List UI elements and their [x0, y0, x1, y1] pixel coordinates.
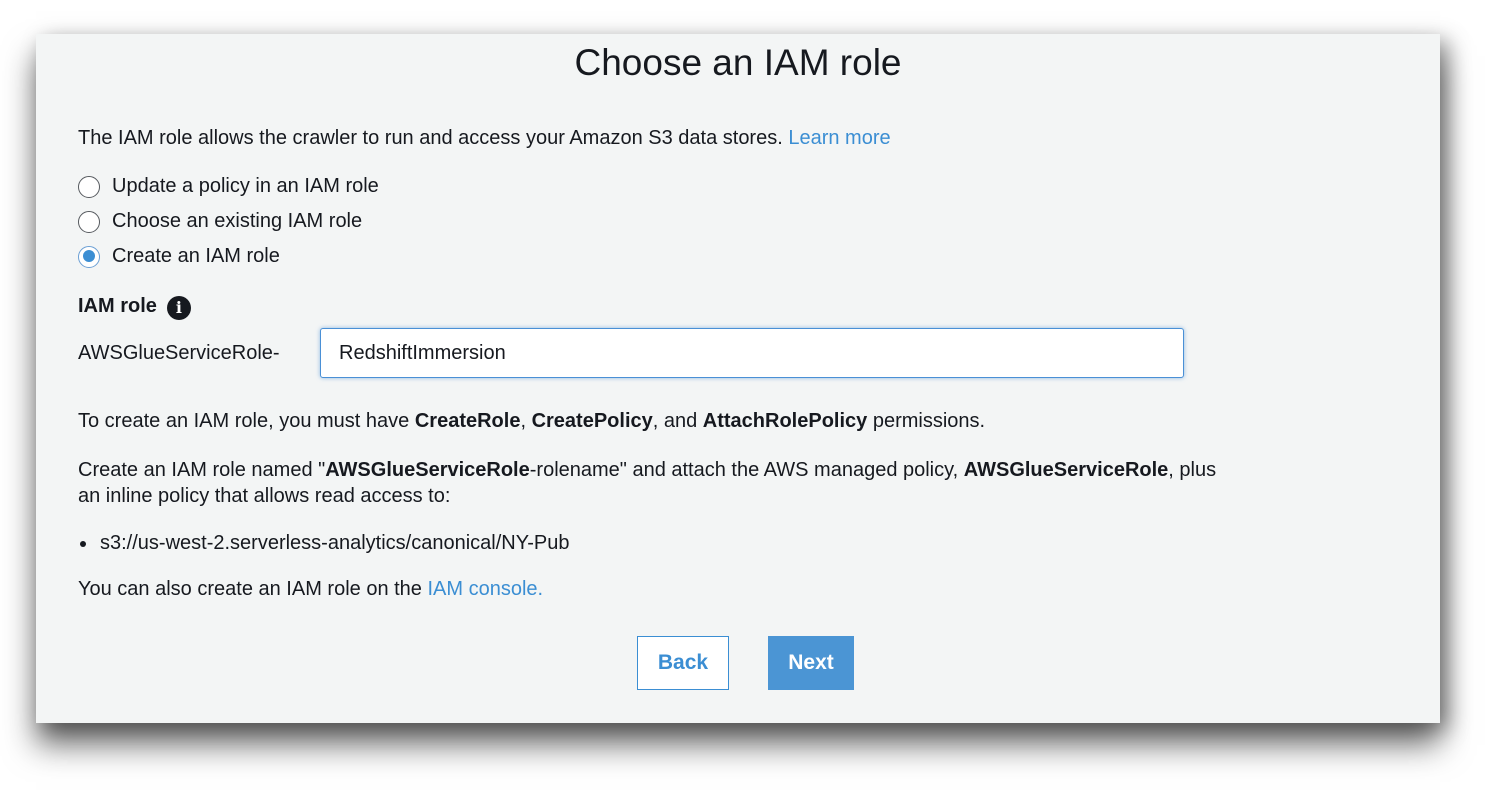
create-role-text: Create an IAM role named "AWSGlueService…	[78, 457, 1216, 483]
next-button[interactable]: Next	[768, 636, 854, 690]
radio-label-update-policy: Update a policy in an IAM role	[112, 175, 379, 197]
iam-role-label-text: IAM role	[78, 294, 157, 317]
console-text: You can also create an IAM role on the I…	[78, 576, 543, 602]
permissions-text: To create an IAM role, you must have Cre…	[78, 408, 985, 434]
radio-button-selected[interactable]	[78, 245, 100, 268]
iam-role-dialog: Choose an IAM role The IAM role allows t…	[36, 34, 1440, 723]
bullet-icon	[80, 540, 86, 547]
radio-label-choose-existing: Choose an existing IAM role	[112, 210, 363, 232]
create-text-policy-name: AWSGlueServiceRole	[963, 459, 1169, 481]
console-description: You can also create an IAM role on the	[78, 578, 422, 600]
radio-button[interactable]	[78, 175, 100, 198]
intro-description: The IAM role allows the crawler to run a…	[78, 127, 783, 149]
radio-update-policy[interactable]: Update a policy in an IAM role	[78, 175, 379, 198]
create-text-post: , plus	[1168, 459, 1217, 481]
intro-text: The IAM role allows the crawler to run a…	[78, 125, 891, 151]
permissions-sep1: ,	[520, 410, 527, 432]
permissions-sep2: , and	[652, 410, 698, 432]
role-name-prefix: AWSGlueServiceRole-	[78, 342, 280, 364]
create-text-pre: Create an IAM role named "	[78, 459, 326, 481]
info-icon[interactable]: i	[166, 296, 191, 320]
radio-create-role[interactable]: Create an IAM role	[78, 245, 280, 268]
back-button[interactable]: Back	[637, 636, 729, 690]
learn-more-link[interactable]: Learn more	[788, 127, 890, 149]
radio-label-create-role: Create an IAM role	[112, 245, 280, 267]
permission-createrole: CreateRole	[414, 410, 521, 432]
radio-button[interactable]	[78, 210, 100, 233]
permissions-pre: To create an IAM role, you must have	[78, 410, 410, 432]
radio-choose-existing[interactable]: Choose an existing IAM role	[78, 210, 362, 233]
list-item: s3://us-west-2.serverless-analytics/cano…	[78, 532, 569, 555]
permission-createpolicy: CreatePolicy	[531, 410, 653, 432]
permission-attachrolepolicy: AttachRolePolicy	[702, 410, 868, 432]
permissions-post: permissions.	[872, 410, 986, 432]
page-title: Choose an IAM role	[574, 42, 902, 83]
create-role-text-line2: an inline policy that allows read access…	[78, 485, 451, 507]
create-text-mid: -rolename" and attach the AWS managed po…	[529, 459, 959, 481]
iam-console-link[interactable]: IAM console.	[428, 578, 544, 600]
role-name-input[interactable]	[320, 328, 1184, 378]
s3-path: s3://us-west-2.serverless-analytics/cano…	[100, 532, 570, 554]
iam-role-label: IAM role i	[78, 292, 191, 320]
create-text-role-name: AWSGlueServiceRole	[325, 459, 530, 481]
